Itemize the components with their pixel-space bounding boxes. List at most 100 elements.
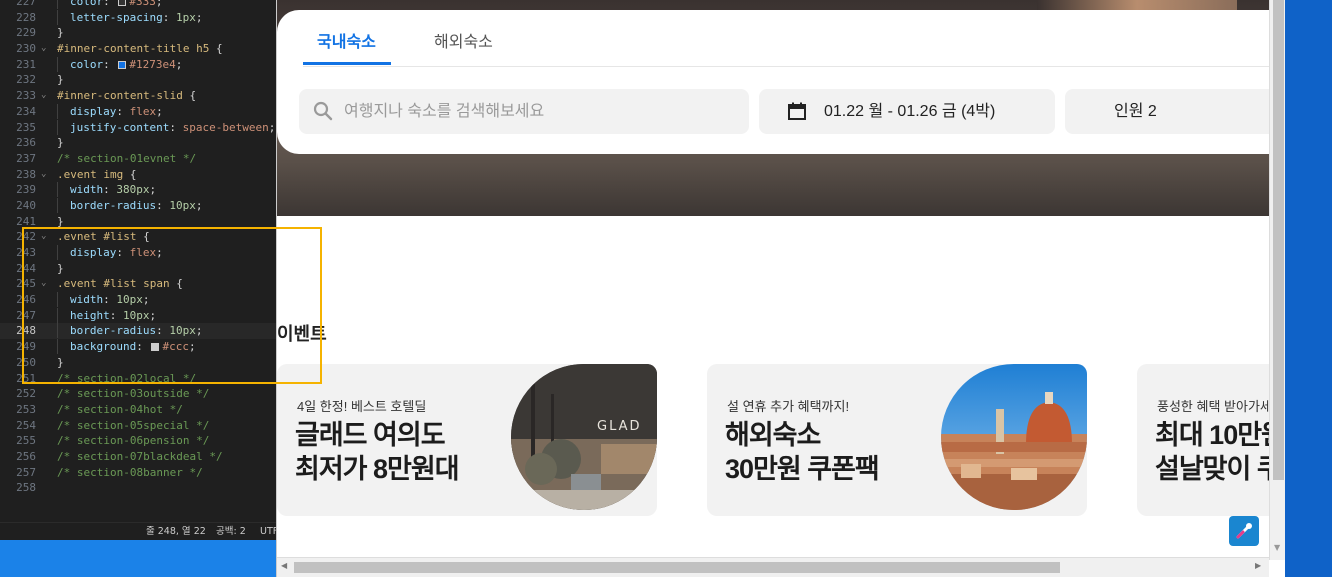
code-line[interactable]: 257 /* section-08banner */: [0, 465, 286, 481]
line-number: 239: [16, 183, 36, 197]
event-subtitle: 풍성한 혜택 받아가세: [1157, 399, 1272, 414]
eyedropper-icon: [1236, 523, 1252, 539]
guest-count: 인원 2: [1114, 103, 1157, 120]
fold-chevron-icon[interactable]: ⌄: [41, 167, 46, 183]
code-text: #inner-content-slid {: [57, 88, 196, 104]
fold-chevron-icon[interactable]: ⌄: [41, 41, 46, 57]
code-line[interactable]: 227 color: #333;: [0, 0, 286, 10]
code-token: /* section-05special */: [57, 418, 210, 432]
search-input[interactable]: 여행지나 숙소를 검색해보세요: [299, 89, 749, 134]
code-token: #inner-content-slid: [57, 89, 183, 103]
code-token: ;: [156, 104, 163, 118]
color-swatch-icon[interactable]: [118, 0, 127, 6]
line-number: 254: [16, 418, 36, 432]
code-text: #inner-content-title h5 {: [57, 41, 223, 57]
line-number: 232: [16, 73, 36, 87]
calendar-icon: [788, 102, 806, 120]
code-line[interactable]: 239 width: 380px;: [0, 182, 286, 198]
event-title: 최대 10만원 설날맞이 쿠: [1155, 418, 1285, 486]
tab-divider: [303, 66, 1269, 67]
cursor-position[interactable]: 줄 248, 열 22: [146, 523, 206, 540]
code-token: }: [57, 214, 64, 228]
code-token: }: [57, 136, 64, 150]
line-number: 235: [16, 120, 36, 134]
code-token: #333: [129, 0, 156, 8]
code-line[interactable]: 240 border-radius: 10px;: [0, 197, 286, 214]
indent-guide: [57, 9, 70, 25]
horizontal-scroll-thumb[interactable]: [294, 562, 1060, 573]
horizontal-scrollbar[interactable]: ◀ ▶: [277, 557, 1269, 577]
vertical-scrollbar[interactable]: ▼: [1269, 0, 1285, 560]
code-line[interactable]: 236}: [0, 135, 286, 151]
code-line[interactable]: 228 letter-spacing: 1px;: [0, 9, 286, 26]
guest-selector[interactable]: 인원 2: [1065, 89, 1285, 134]
code-text: }: [57, 25, 64, 41]
code-token: space-between: [182, 120, 269, 134]
code-token: 380px: [116, 183, 150, 197]
event-title-line: 최저가 8만원대: [295, 454, 460, 484]
event-card[interactable]: 4일 한정! 베스트 호텔딜 글래드 여의도 최저가 8만원대 GLAD: [277, 364, 657, 516]
code-token: /* section-07blackdeal */: [57, 449, 223, 463]
code-token: /* section-06pension */: [57, 434, 210, 448]
event-card[interactable]: 설 연휴 추가 혜택까지! 해외숙소 30만원 쿠폰팩: [707, 364, 1087, 516]
date-picker[interactable]: 01.22 월 - 01.26 금 (4박): [759, 89, 1055, 134]
code-line[interactable]: 256 /* section-07blackdeal */: [0, 449, 286, 465]
code-text: /* section-05special */: [57, 418, 209, 434]
tab-domestic[interactable]: 국내숙소: [317, 28, 376, 52]
code-token: 1px: [175, 10, 196, 24]
scroll-right-arrow[interactable]: ▶: [1255, 561, 1261, 570]
code-token: flex: [129, 104, 157, 118]
code-text: width: 380px;: [57, 182, 156, 198]
hotel-image: GLAD: [511, 364, 657, 510]
code-line[interactable]: 231 color: #1273e4;: [0, 56, 286, 73]
code-line[interactable]: 233 ⌄ #inner-content-slid {: [0, 88, 286, 104]
scroll-left-arrow[interactable]: ◀: [281, 561, 287, 570]
hotel-photo-illustration: GLAD: [511, 364, 657, 510]
code-line[interactable]: 252 /* section-03outside */: [0, 386, 286, 402]
code-line[interactable]: 258: [0, 480, 286, 496]
tab-overseas[interactable]: 해외숙소: [434, 28, 493, 52]
vertical-scroll-thumb[interactable]: [1273, 0, 1284, 480]
code-token: ;: [149, 183, 157, 197]
code-line[interactable]: 230 ⌄ #inner-content-title h5 {: [0, 41, 286, 57]
editor-statusbar: 줄 248, 열 22 공백: 2 UTF: [0, 522, 286, 540]
code-token: /* section-08banner */: [57, 465, 203, 479]
line-number: 252: [16, 387, 36, 401]
code-token: color: [70, 57, 104, 71]
line-number: 253: [16, 402, 36, 416]
code-text: .event img {: [57, 167, 136, 183]
code-token: :: [103, 0, 117, 8]
code-token: {: [209, 42, 223, 56]
code-token: color: [70, 0, 104, 8]
code-line[interactable]: 254 /* section-05special */: [0, 418, 286, 434]
search-placeholder: 여행지나 숙소를 검색해보세요: [344, 103, 545, 120]
code-token: .event img: [57, 167, 124, 181]
eyedropper-button[interactable]: [1229, 516, 1259, 546]
active-tab-indicator: [303, 62, 391, 65]
code-token: ;: [268, 120, 276, 134]
scroll-down-arrow[interactable]: ▼: [1274, 543, 1280, 552]
code-text: /* section-03outside */: [57, 386, 209, 402]
indent-setting[interactable]: 공백: 2: [216, 523, 246, 540]
code-line[interactable]: 235 justify-content: space-between;: [0, 119, 286, 136]
search-icon: [313, 101, 333, 121]
code-line[interactable]: 238 ⌄ .event img {: [0, 167, 286, 183]
code-text: /* section-04hot */: [57, 402, 183, 418]
code-line[interactable]: 229}: [0, 25, 286, 41]
code-line[interactable]: 234 display: flex;: [0, 103, 286, 120]
color-swatch-icon[interactable]: [118, 60, 127, 69]
line-number: 231: [16, 57, 36, 71]
code-text: color: #1273e4;: [57, 56, 182, 73]
line-number: 236: [16, 136, 36, 150]
fold-chevron-icon[interactable]: ⌄: [41, 88, 46, 104]
event-title-line: 30만원 쿠폰팩: [725, 454, 880, 484]
event-subtitle: 설 연휴 추가 혜택까지!: [727, 399, 850, 414]
event-card[interactable]: 풍성한 혜택 받아가세 최대 10만원 설날맞이 쿠: [1137, 364, 1285, 516]
code-line[interactable]: 255 /* section-06pension */: [0, 433, 286, 449]
code-token: :: [169, 120, 183, 134]
code-line[interactable]: 253 /* section-04hot */: [0, 402, 286, 418]
code-line[interactable]: 237 /* section-01evnet */: [0, 151, 286, 167]
code-token: ;: [155, 0, 163, 8]
line-number: 255: [16, 434, 36, 448]
code-line[interactable]: 232}: [0, 72, 286, 88]
